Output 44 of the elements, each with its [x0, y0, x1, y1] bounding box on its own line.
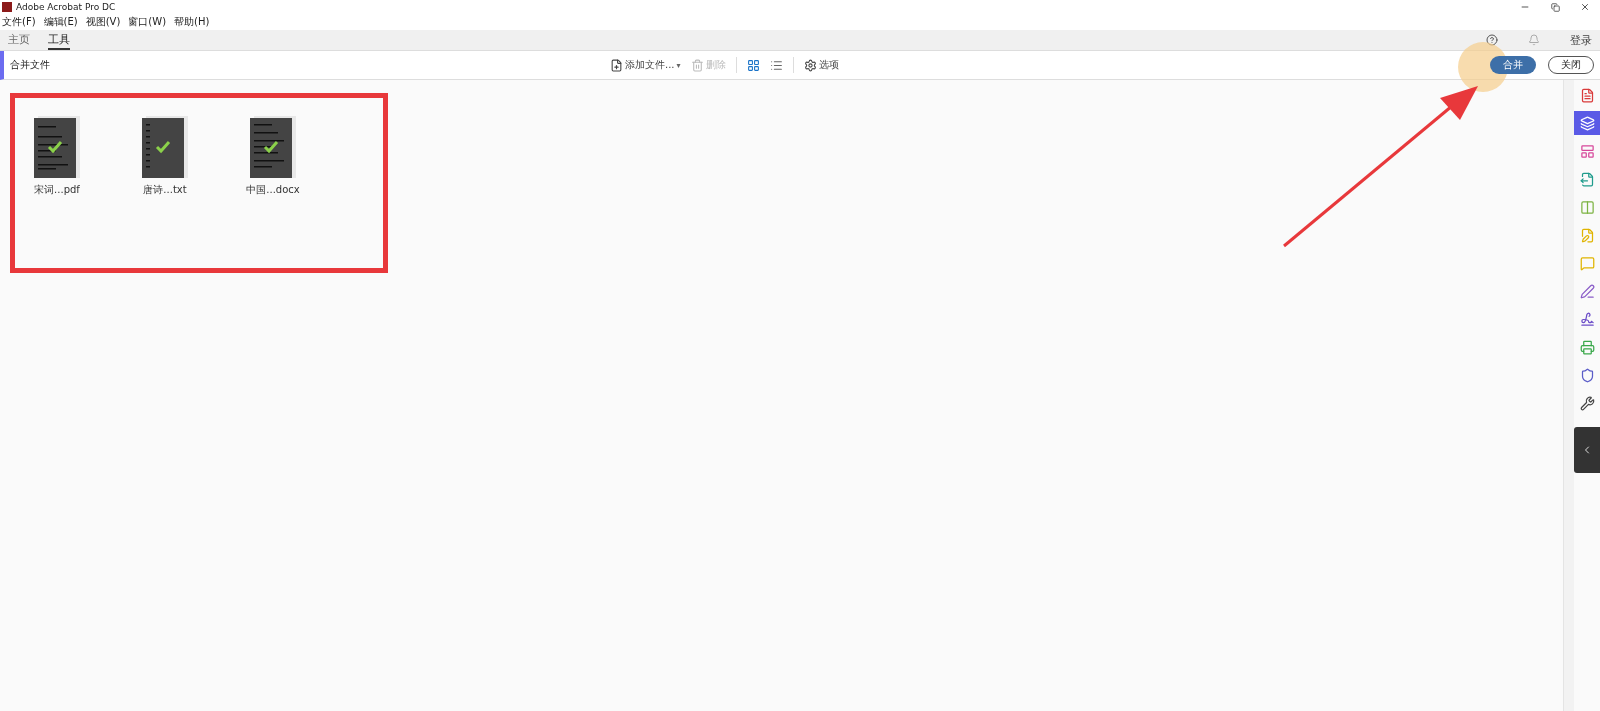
tool-shortcut-button[interactable]: [1574, 111, 1600, 135]
trash-icon: [690, 58, 704, 72]
window-title: Adobe Acrobat Pro DC: [16, 2, 116, 12]
bell-icon[interactable]: [1528, 34, 1540, 46]
menu-item[interactable]: 窗口(W): [128, 15, 167, 29]
settings-icon: [803, 58, 817, 72]
pen-icon: [1579, 283, 1595, 299]
menu-item[interactable]: 编辑(E): [43, 15, 78, 29]
list-view-button[interactable]: [769, 58, 783, 72]
login-link[interactable]: 登录: [1570, 32, 1592, 48]
signature-icon: [1579, 311, 1595, 327]
document-thumbnail[interactable]: [142, 116, 188, 178]
menu-item[interactable]: 文件(F): [2, 15, 36, 29]
add-files-button[interactable]: 添加文件... ▾: [610, 58, 681, 72]
layers-icon: [1579, 115, 1595, 131]
document-icon: [1579, 87, 1595, 103]
merge-button[interactable]: 合并: [1490, 56, 1536, 74]
document-thumbnail[interactable]: [250, 116, 296, 178]
printer-icon: [1579, 339, 1595, 355]
tab[interactable]: 主页: [8, 30, 30, 50]
menu-item[interactable]: 帮助(H): [174, 15, 210, 29]
add-file-icon: [610, 58, 623, 72]
tool-title: 合并文件: [10, 58, 51, 72]
grid-view-button[interactable]: [746, 58, 760, 72]
help-icon[interactable]: [1486, 34, 1498, 46]
caret-icon[interactable]: ▾: [676, 60, 681, 70]
comment-icon: [1579, 255, 1595, 271]
file-pen-icon: [1579, 227, 1595, 243]
shield-icon: [1579, 367, 1595, 383]
close-icon[interactable]: [1580, 2, 1590, 12]
options-button[interactable]: 选项: [803, 58, 839, 72]
scrollbar[interactable]: [1563, 80, 1574, 711]
file-name: 唐诗...txt: [143, 183, 187, 197]
restore-icon[interactable]: [1550, 2, 1560, 12]
document-thumbnail[interactable]: [34, 116, 80, 178]
file-name: 中国...docx: [246, 183, 300, 197]
menu-item[interactable]: 视图(V): [85, 15, 121, 29]
app-logo-icon: [2, 2, 12, 12]
file-export-icon: [1579, 171, 1595, 187]
wrench-icon: [1579, 395, 1595, 411]
layout-icon: [1579, 143, 1595, 159]
close-tool-button[interactable]: 关闭: [1548, 56, 1594, 74]
file-name: 宋词...pdf: [34, 183, 80, 197]
columns-icon: [1579, 199, 1595, 215]
